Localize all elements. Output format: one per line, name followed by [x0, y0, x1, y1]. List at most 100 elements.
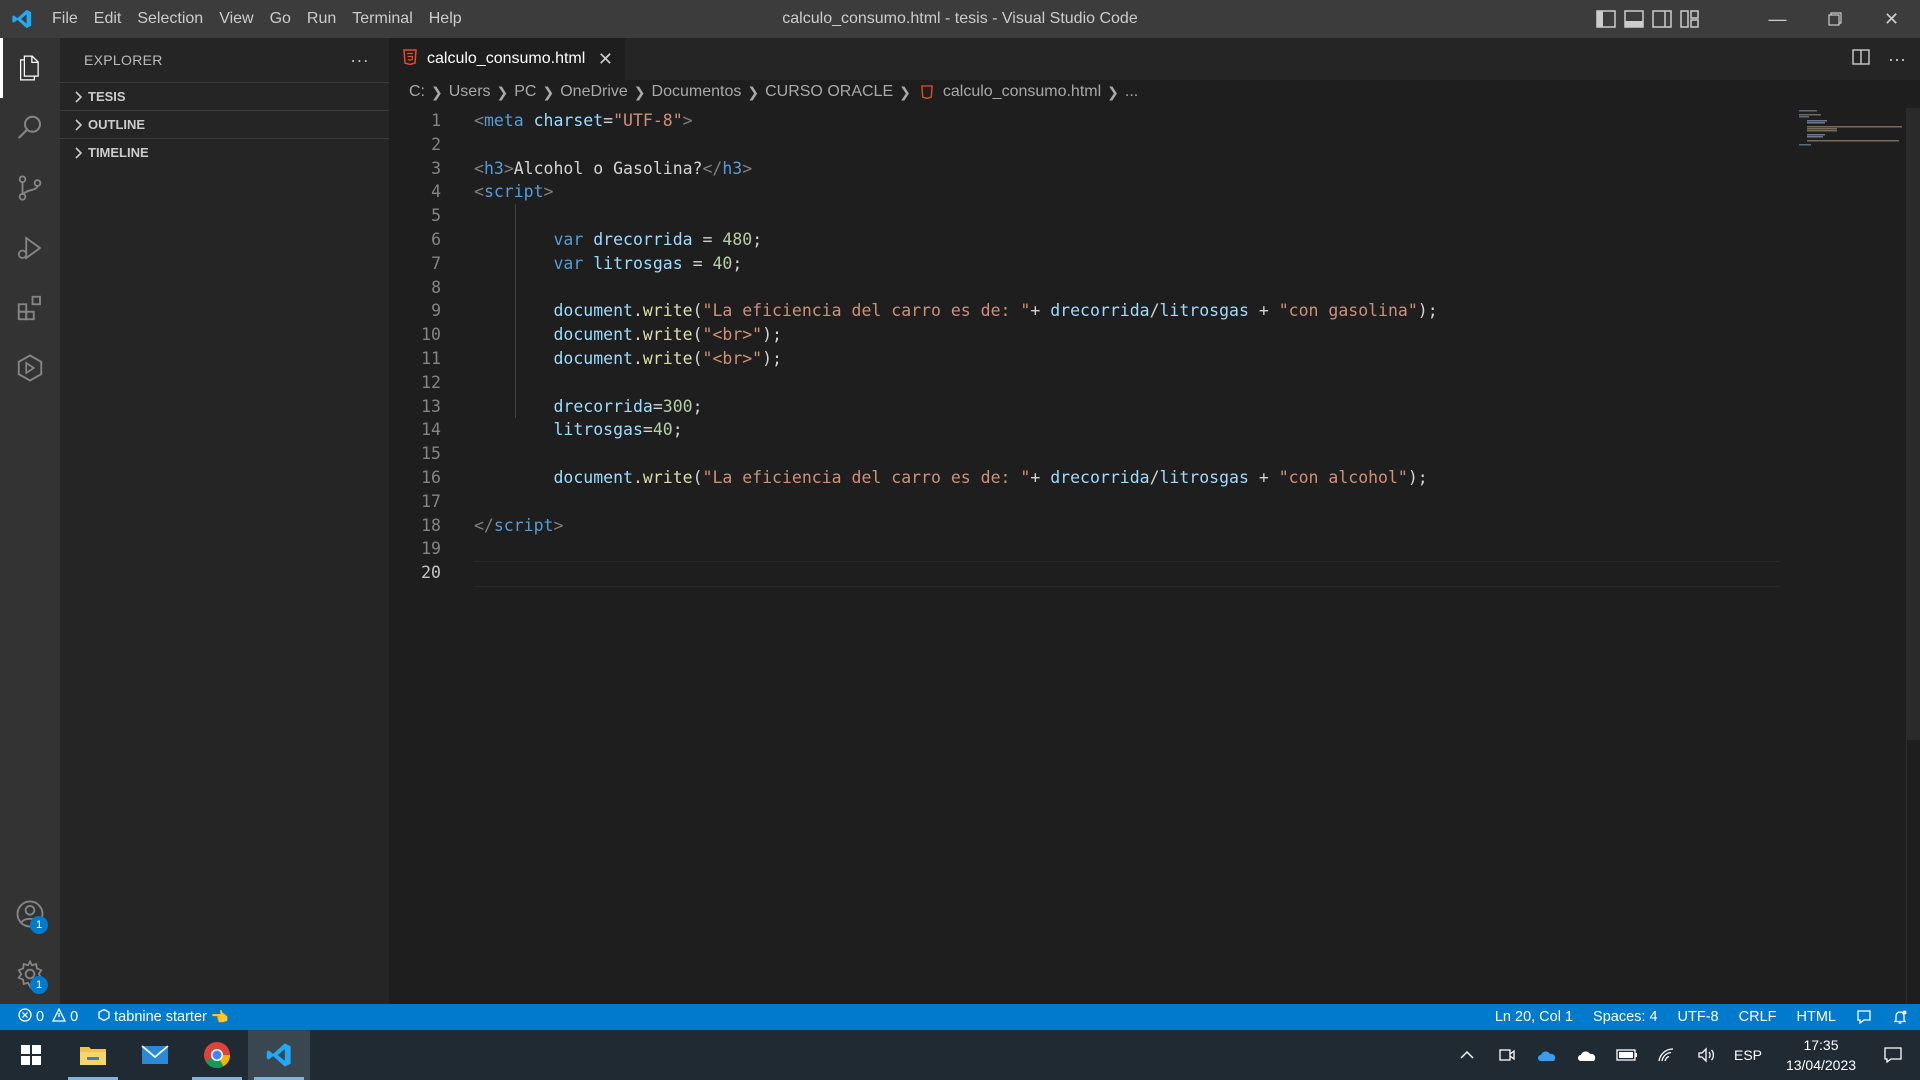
feedback-icon[interactable]: [1856, 1009, 1872, 1025]
code-editor[interactable]: 1 <meta charset="UTF-8"> 2 3 <h3>Alcohol o…: [389, 109, 1920, 1004]
section-tesis[interactable]: TESIS: [60, 82, 389, 110]
run-debug-icon[interactable]: [0, 218, 60, 278]
line-number: 12: [421, 372, 441, 392]
explorer-icon[interactable]: [0, 38, 60, 98]
search-icon[interactable]: [0, 98, 60, 158]
menu-go[interactable]: Go: [262, 0, 299, 38]
menu-view[interactable]: View: [211, 0, 261, 38]
breadcrumb-chevron-icon: ❯: [542, 83, 555, 100]
more-editor-actions-icon[interactable]: ···: [1888, 49, 1906, 70]
vscode-taskbar-icon[interactable]: [248, 1030, 310, 1080]
line-number: 17: [421, 491, 441, 511]
line-number: 10: [421, 325, 441, 345]
breadcrumb-item[interactable]: C:: [409, 83, 425, 101]
code-line: 8: [389, 276, 1920, 300]
notifications-bell-icon[interactable]: [1892, 1009, 1908, 1025]
settings-gear-icon[interactable]: 1: [0, 944, 60, 1004]
notification-center-icon[interactable]: [1880, 1030, 1906, 1080]
code-line: 18 </script>: [389, 514, 1920, 538]
volume-icon[interactable]: [1694, 1030, 1720, 1080]
battery-icon[interactable]: [1614, 1030, 1640, 1080]
code-text: document.write("<br>");: [553, 325, 782, 345]
close-tab-icon[interactable]: ✕: [598, 49, 613, 70]
onedrive-icon[interactable]: [1534, 1030, 1560, 1080]
breadcrumb-item[interactable]: calculo_consumo.html: [943, 83, 1101, 101]
accounts-icon[interactable]: 1: [0, 884, 60, 944]
customize-layout-icon[interactable]: [1680, 10, 1700, 28]
menu-run[interactable]: Run: [299, 0, 344, 38]
breadcrumb-item[interactable]: ...: [1125, 83, 1138, 101]
indentation[interactable]: Spaces: 4: [1593, 1009, 1658, 1025]
chrome-icon[interactable]: [186, 1030, 248, 1080]
section-label: TIMELINE: [88, 145, 149, 160]
clock-time: 17:35: [1803, 1037, 1839, 1053]
section-timeline[interactable]: TIMELINE: [60, 138, 389, 166]
warning-count: 0: [70, 1009, 79, 1025]
code-line-current: 20: [389, 561, 1920, 587]
breadcrumb: C: ❯ Users ❯ PC ❯ OneDrive ❯ Documentos ❯ CUR…: [389, 80, 1920, 104]
editor-actions: ···: [1852, 38, 1906, 80]
menu-selection[interactable]: Selection: [129, 0, 211, 38]
toggle-secondary-sidebar-icon[interactable]: [1652, 10, 1672, 28]
clock[interactable]: 17:35 13/04/2023: [1776, 1035, 1866, 1075]
split-editor-icon[interactable]: [1852, 48, 1870, 70]
breadcrumb-chevron-icon: ❯: [899, 83, 911, 100]
tab-bar: calculo_consumo.html ✕ ···: [389, 38, 1920, 80]
line-number: 14: [421, 420, 441, 440]
line-number: 15: [421, 444, 441, 464]
error-count: 0: [36, 1009, 45, 1025]
code-text: <h3>Alcohol o Gasolina?</h3>: [474, 158, 753, 178]
windows-start-icon[interactable]: [0, 1030, 62, 1080]
breadcrumb-item[interactable]: Documentos: [652, 83, 742, 101]
mail-icon[interactable]: [124, 1030, 186, 1080]
problems-status[interactable]: 0 0: [18, 1007, 79, 1026]
system-tray: ESP 17:35 13/04/2023: [1454, 1030, 1920, 1080]
breadcrumb-item[interactable]: OneDrive: [560, 83, 628, 101]
minimize-icon[interactable]: —: [1749, 0, 1806, 38]
cursor-position[interactable]: Ln 20, Col 1: [1495, 1009, 1573, 1025]
show-hidden-icons-icon[interactable]: [1454, 1030, 1480, 1080]
more-actions-icon[interactable]: ···: [350, 50, 369, 71]
line-number: 19: [421, 539, 441, 559]
vertical-scrollbar[interactable]: [1906, 108, 1920, 1003]
close-window-icon[interactable]: ✕: [1863, 0, 1920, 38]
toggle-primary-sidebar-icon[interactable]: [1596, 10, 1616, 28]
minimap[interactable]: [1795, 108, 1905, 188]
input-language[interactable]: ESP: [1734, 1047, 1762, 1063]
breadcrumb-item[interactable]: CURSO ORACLE: [765, 83, 893, 101]
meet-now-icon[interactable]: [1494, 1030, 1520, 1080]
encoding[interactable]: UTF-8: [1678, 1009, 1719, 1025]
chevron-right-icon: [68, 90, 88, 103]
line-number: 8: [431, 277, 441, 297]
scrollbar-thumb[interactable]: [1907, 108, 1920, 740]
onedrive-personal-icon[interactable]: [1574, 1030, 1600, 1080]
extensions-icon[interactable]: [0, 278, 60, 338]
code-line: 16 document.write("La eficiencia del car…: [389, 466, 1920, 490]
restore-icon[interactable]: [1806, 0, 1863, 38]
line-number: 7: [431, 253, 441, 273]
menu-edit[interactable]: Edit: [86, 0, 130, 38]
toggle-panel-icon[interactable]: [1624, 10, 1644, 28]
breadcrumb-item[interactable]: PC: [514, 83, 536, 101]
wifi-icon[interactable]: [1654, 1030, 1680, 1080]
breadcrumb-item[interactable]: Users: [449, 83, 491, 101]
line-number: 1: [431, 111, 441, 130]
menu-file[interactable]: File: [44, 0, 86, 38]
section-outline[interactable]: OUTLINE: [60, 110, 389, 138]
settings-badge: 1: [30, 976, 48, 994]
file-explorer-icon[interactable]: [62, 1030, 124, 1080]
menu-terminal[interactable]: Terminal: [344, 0, 420, 38]
code-line: 19: [389, 537, 1920, 561]
language-mode[interactable]: HTML: [1797, 1009, 1836, 1025]
code-text: document.write("La eficiencia del carro …: [553, 301, 1438, 321]
code-line: 5: [389, 204, 1920, 228]
code-text: litrosgas=40;: [553, 420, 683, 440]
tab-calculo-consumo[interactable]: calculo_consumo.html ✕: [389, 38, 625, 80]
menu-help[interactable]: Help: [421, 0, 470, 38]
tabnine-status[interactable]: tabnine starter 👈: [98, 1008, 229, 1026]
remote-explorer-icon[interactable]: [0, 338, 60, 398]
sidebar-title: EXPLORER: [84, 52, 163, 68]
source-control-icon[interactable]: [0, 158, 60, 218]
code-line: 3 <h3>Alcohol o Gasolina?</h3>: [389, 157, 1920, 181]
end-of-line[interactable]: CRLF: [1739, 1009, 1777, 1025]
